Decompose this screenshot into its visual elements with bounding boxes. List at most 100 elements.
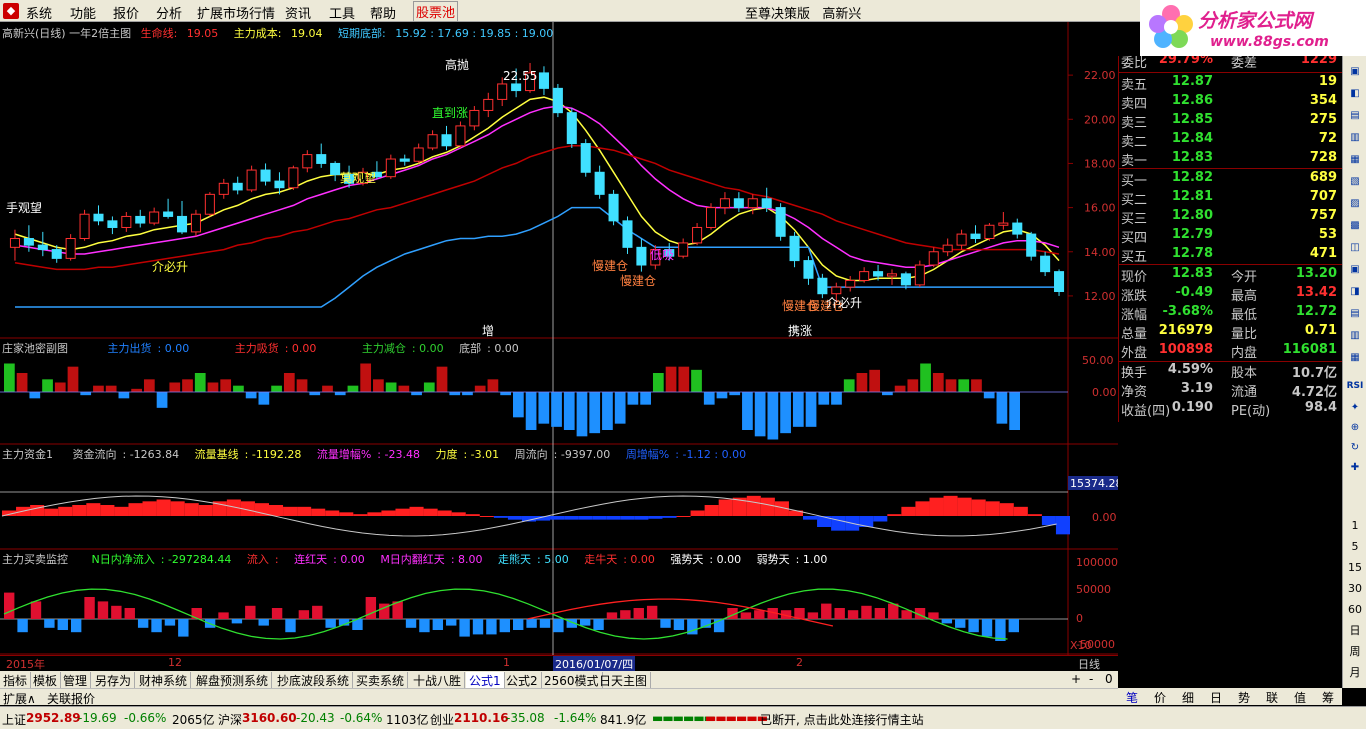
menu-function[interactable]: 功能 xyxy=(70,3,96,22)
columns-icon[interactable]: ▥ xyxy=(1346,328,1364,344)
tab-value[interactable]: 值 xyxy=(1294,689,1306,706)
sh-index-amount: 2065亿 xyxy=(172,713,215,727)
sub3-bar xyxy=(646,605,658,619)
chart-icon[interactable]: ▣ xyxy=(1346,64,1364,80)
period-label[interactable]: 日线 xyxy=(1078,656,1100,672)
tab-save-as[interactable]: 另存为 xyxy=(92,672,136,689)
window-icon[interactable]: ▣ xyxy=(1346,262,1364,278)
sub1-bar xyxy=(4,363,15,392)
candle xyxy=(761,198,772,209)
menu-quote[interactable]: 报价 xyxy=(113,3,139,22)
menu-stock-pool[interactable]: 股票池 xyxy=(413,1,459,22)
menu-tools[interactable]: 工具 xyxy=(329,3,355,22)
period-button[interactable]: 15 xyxy=(1346,560,1364,576)
tab-indicator[interactable]: 指标 xyxy=(0,672,32,689)
star-icon[interactable]: ✦ xyxy=(1346,400,1364,416)
cross-move-icon[interactable]: ✚ xyxy=(1346,460,1364,476)
cy-index-label[interactable]: 创业 xyxy=(430,711,454,728)
sub3-bar xyxy=(137,619,149,628)
candle xyxy=(594,171,605,195)
period-button[interactable]: 周 xyxy=(1346,644,1364,660)
bars-icon[interactable]: ▧ xyxy=(1346,174,1364,190)
heatmap-icon[interactable]: ▩ xyxy=(1346,218,1364,234)
chart-annotation: 增 xyxy=(482,324,494,338)
app-logo-icon[interactable]: ◆ xyxy=(3,3,19,19)
stat-row: 外盘 100898 内盘 116081 xyxy=(1119,342,1343,361)
chart-area[interactable]: 高新兴(日线) 一年2倍主图 生命线: 19.05 主力成本: 19.04 短期… xyxy=(0,22,1118,657)
tab-ten-eight[interactable]: 十战八胜 xyxy=(410,672,466,689)
brand-logo: 分析家公式网 www.88gs.com xyxy=(1140,0,1366,56)
lines-icon[interactable]: ▨ xyxy=(1346,196,1364,212)
tab-manage[interactable]: 管理 xyxy=(60,672,92,689)
zoom-out-button[interactable]: - xyxy=(1086,672,1096,686)
period-button[interactable]: 60 xyxy=(1346,602,1364,618)
tab-link[interactable]: 联 xyxy=(1266,689,1278,706)
tab-related-quote[interactable]: 关联报价 xyxy=(44,690,98,707)
sub1-bar xyxy=(563,392,575,430)
sub2-bar xyxy=(943,495,958,516)
period-button[interactable]: 日 xyxy=(1346,623,1364,639)
sub1-bar xyxy=(1009,392,1020,430)
sub3-bar xyxy=(178,619,189,637)
period-button[interactable]: 5 xyxy=(1346,539,1364,555)
tab-bottom-wave[interactable]: 抄底波段系统 xyxy=(274,672,354,689)
sz-index-label[interactable]: 沪深 xyxy=(218,711,242,728)
connection-status[interactable]: 已断开, 点击此处连接行情主站 xyxy=(760,711,924,728)
candle xyxy=(817,277,828,295)
tab-2560[interactable]: 2560模式 xyxy=(541,672,603,689)
tab-daily[interactable]: 日 xyxy=(1210,689,1222,706)
zoom-in-button[interactable]: + xyxy=(1068,672,1084,686)
menu-extended-market[interactable]: 扩展市场行情 xyxy=(197,3,275,22)
tab-caishen[interactable]: 财神系统 xyxy=(136,672,192,689)
period-button[interactable]: 月 xyxy=(1346,665,1364,681)
rsi-button[interactable]: RSI xyxy=(1346,378,1364,394)
layout-icon[interactable]: ◧ xyxy=(1346,86,1364,102)
extra-row-value: 4.59% xyxy=(1167,362,1213,377)
tab-trade-system[interactable]: 买卖系统 xyxy=(353,672,409,689)
sub1-bar xyxy=(691,369,702,392)
tab-forecast[interactable]: 解盘预测系统 xyxy=(193,672,273,689)
tab-ritian[interactable]: 日天主图 xyxy=(596,672,652,689)
menu-system[interactable]: 系统 xyxy=(26,3,52,22)
tab-trend[interactable]: 势 xyxy=(1238,689,1250,706)
sub3-bar xyxy=(218,612,229,619)
list-icon[interactable]: ▤ xyxy=(1346,108,1364,124)
menu-analysis[interactable]: 分析 xyxy=(156,3,182,22)
panel-icon[interactable]: ◨ xyxy=(1346,284,1364,300)
sub2-bar xyxy=(564,516,579,520)
y-tick-label: 16.00 xyxy=(1084,202,1116,215)
tab-ticks[interactable]: 笔 xyxy=(1126,689,1138,706)
compass-icon[interactable]: ⊕ xyxy=(1346,420,1364,436)
tab-formula2[interactable]: 公式2 xyxy=(503,672,542,689)
refresh-icon[interactable]: ↻ xyxy=(1346,440,1364,456)
sh-index-label[interactable]: 上证 xyxy=(2,711,26,728)
extra-row-label2: 股本 xyxy=(1231,366,1258,381)
menu-news[interactable]: 资讯 xyxy=(285,3,311,22)
menu-icon[interactable]: ▤ xyxy=(1346,306,1364,322)
split-icon[interactable]: ◫ xyxy=(1346,240,1364,256)
tab-extend[interactable]: 扩展∧ xyxy=(0,690,39,707)
tab-chips[interactable]: 筹 xyxy=(1322,689,1334,706)
buy-row: 买二 12.81 707 xyxy=(1119,189,1343,208)
tab-template[interactable]: 模板 xyxy=(30,672,62,689)
sub1-bar xyxy=(767,392,779,440)
period-button[interactable]: 1 xyxy=(1346,518,1364,534)
sub3-bar xyxy=(553,619,564,633)
period-button[interactable]: 30 xyxy=(1346,581,1364,597)
zoom-reset-button[interactable]: 0 xyxy=(1102,672,1116,686)
candle xyxy=(1040,255,1051,273)
tab-detail[interactable]: 细 xyxy=(1182,689,1194,706)
sub3-bar xyxy=(432,619,444,630)
tab-formula1[interactable]: 公式1 xyxy=(466,672,505,689)
menu-help[interactable]: 帮助 xyxy=(370,3,396,22)
sell-row-value2: 19 xyxy=(1318,74,1337,89)
sub3-bar xyxy=(821,603,832,619)
sub2-bar xyxy=(690,510,705,516)
tab-price[interactable]: 价 xyxy=(1154,689,1166,706)
cells-icon[interactable]: ▦ xyxy=(1346,350,1364,366)
grid-icon[interactable]: ▥ xyxy=(1346,130,1364,146)
table-icon[interactable]: ▦ xyxy=(1346,152,1364,168)
candle xyxy=(413,147,424,162)
sell-row: 卖五 12.87 19 xyxy=(1119,74,1343,93)
chart-svg[interactable]: 22.00 20.00 18.00 16.00 14.00 12.00 高抛 22.55 直到涨… xyxy=(0,22,1118,655)
